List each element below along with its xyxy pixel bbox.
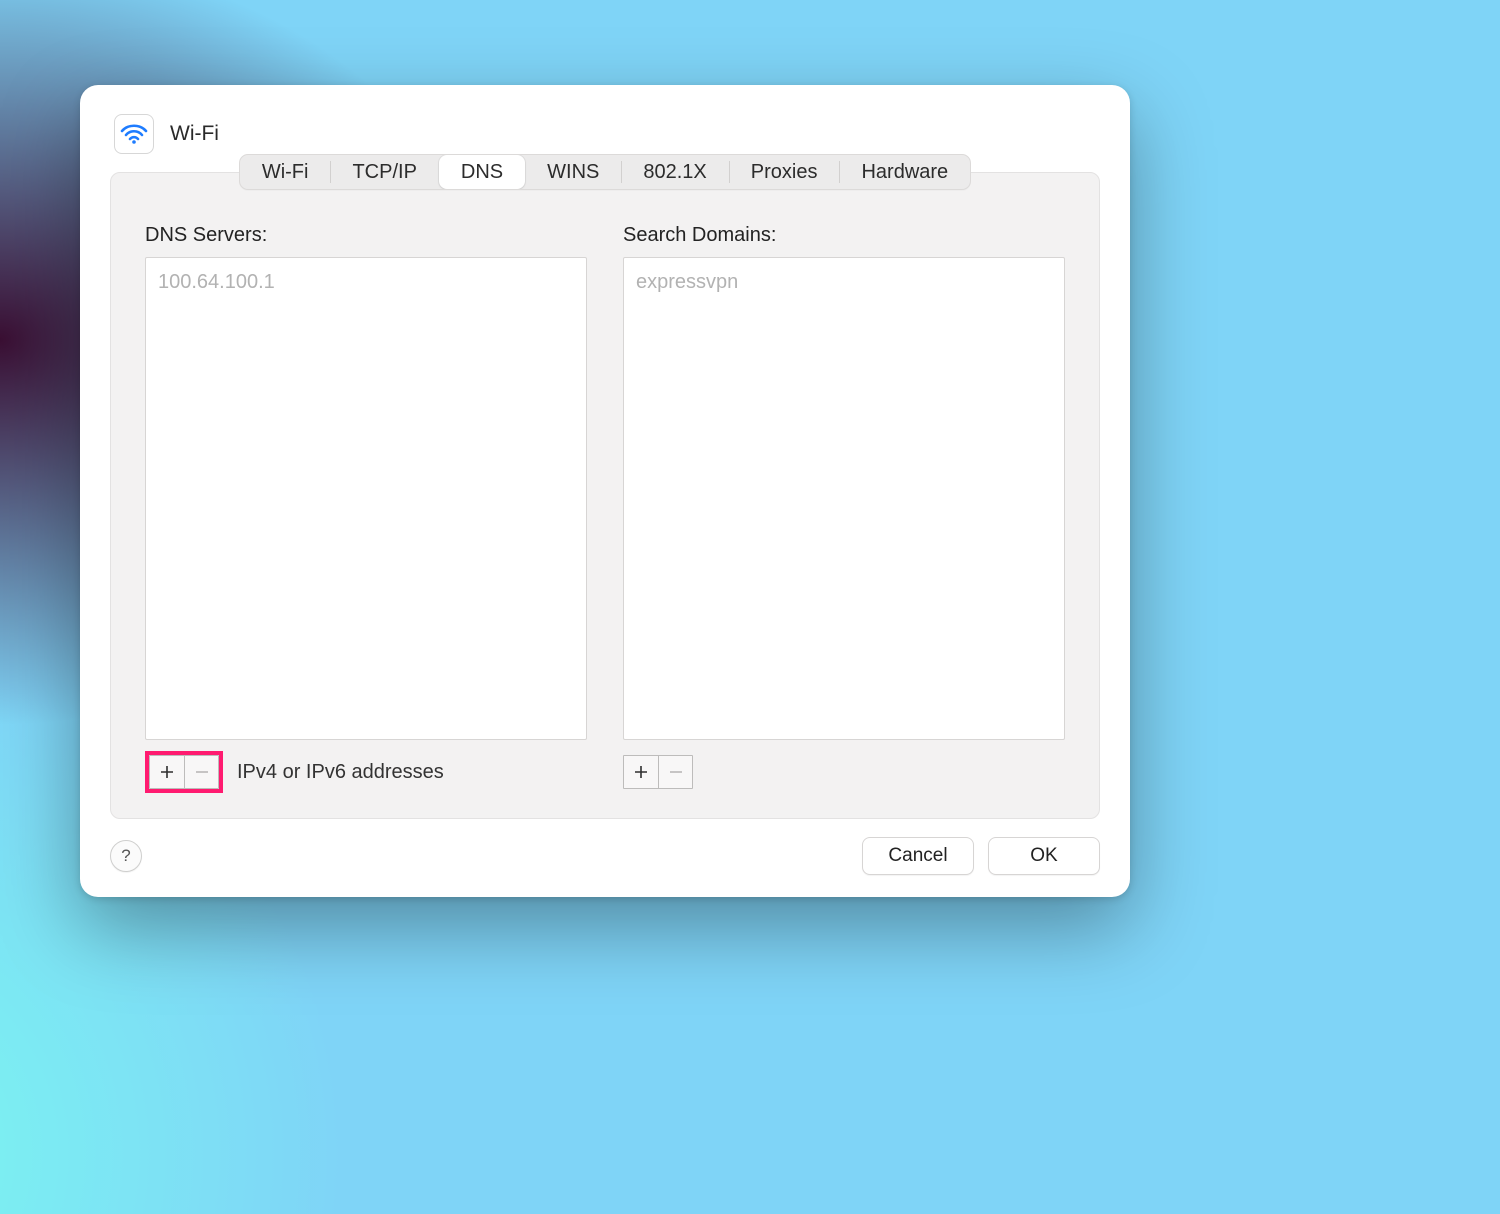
dns-server-item[interactable]: 100.64.100.1 [158,266,574,298]
remove-search-domain-button[interactable] [658,756,692,788]
help-button[interactable]: ? [110,840,142,872]
tab-8021x[interactable]: 802.1X [621,155,728,189]
tab-proxies[interactable]: Proxies [729,155,840,189]
dialog-footer: ? Cancel OK [110,819,1100,875]
settings-panel: Wi-FiTCP/IPDNSWINS802.1XProxiesHardware … [110,172,1100,819]
dns-servers-list[interactable]: 100.64.100.1 [145,257,587,740]
tab-hardware[interactable]: Hardware [839,155,970,189]
dns-servers-column: DNS Servers: 100.64.100.1 IPv4 [145,224,587,790]
ok-button[interactable]: OK [988,837,1100,875]
search-domain-item[interactable]: expressvpn [636,266,1052,298]
add-dns-server-button[interactable] [150,756,184,788]
add-dns-highlight [145,751,223,793]
search-domains-label: Search Domains: [623,224,1065,247]
domains-plus-minus-group [623,755,693,789]
tab-wins[interactable]: WINS [525,155,621,189]
dns-plus-minus-group [149,755,219,789]
dns-servers-tools: IPv4 or IPv6 addresses [145,754,587,790]
dns-servers-label: DNS Servers: [145,224,587,247]
cancel-button[interactable]: Cancel [862,837,974,875]
tab-dns[interactable]: DNS [439,155,525,189]
search-domains-tools [623,754,1065,790]
remove-dns-server-button[interactable] [184,756,218,788]
search-domains-list[interactable]: expressvpn [623,257,1065,740]
tab-bar: Wi-FiTCP/IPDNSWINS802.1XProxiesHardware [239,154,971,190]
tab-tcpip[interactable]: TCP/IP [330,155,438,189]
search-domains-column: Search Domains: expressvpn [623,224,1065,790]
dns-hint: IPv4 or IPv6 addresses [237,761,444,784]
network-advanced-window: Wi-Fi Wi-FiTCP/IPDNSWINS802.1XProxiesHar… [80,85,1130,897]
add-search-domain-button[interactable] [624,756,658,788]
tab-wifi[interactable]: Wi-Fi [240,155,331,189]
wifi-icon [114,114,154,154]
window-title: Wi-Fi [170,122,219,146]
dns-columns: DNS Servers: 100.64.100.1 IPv4 [145,224,1065,790]
